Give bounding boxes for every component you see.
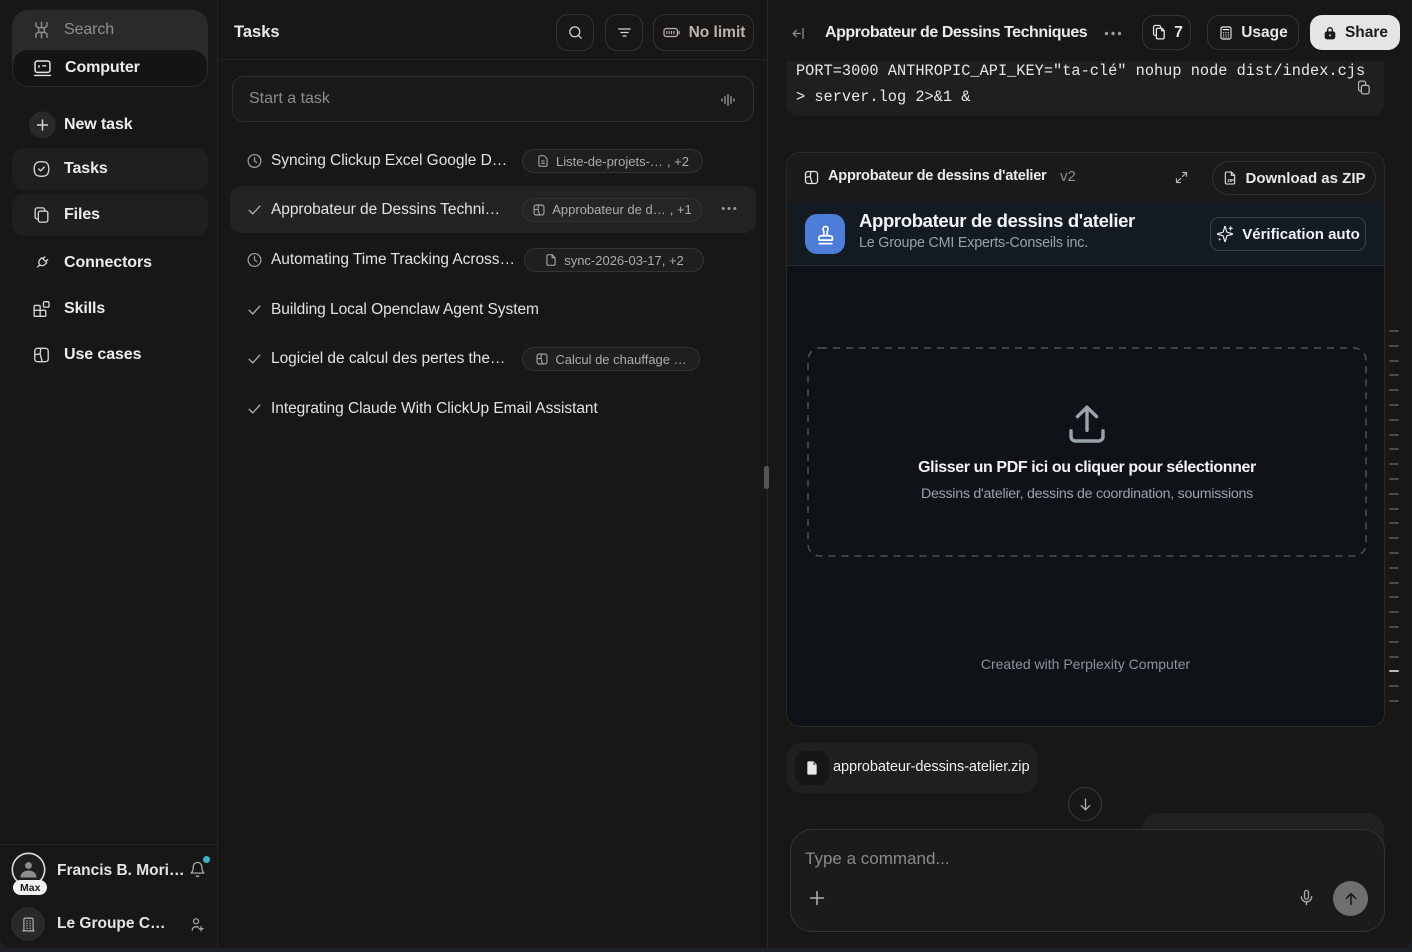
svg-text:ZIP: ZIP — [1228, 178, 1235, 183]
